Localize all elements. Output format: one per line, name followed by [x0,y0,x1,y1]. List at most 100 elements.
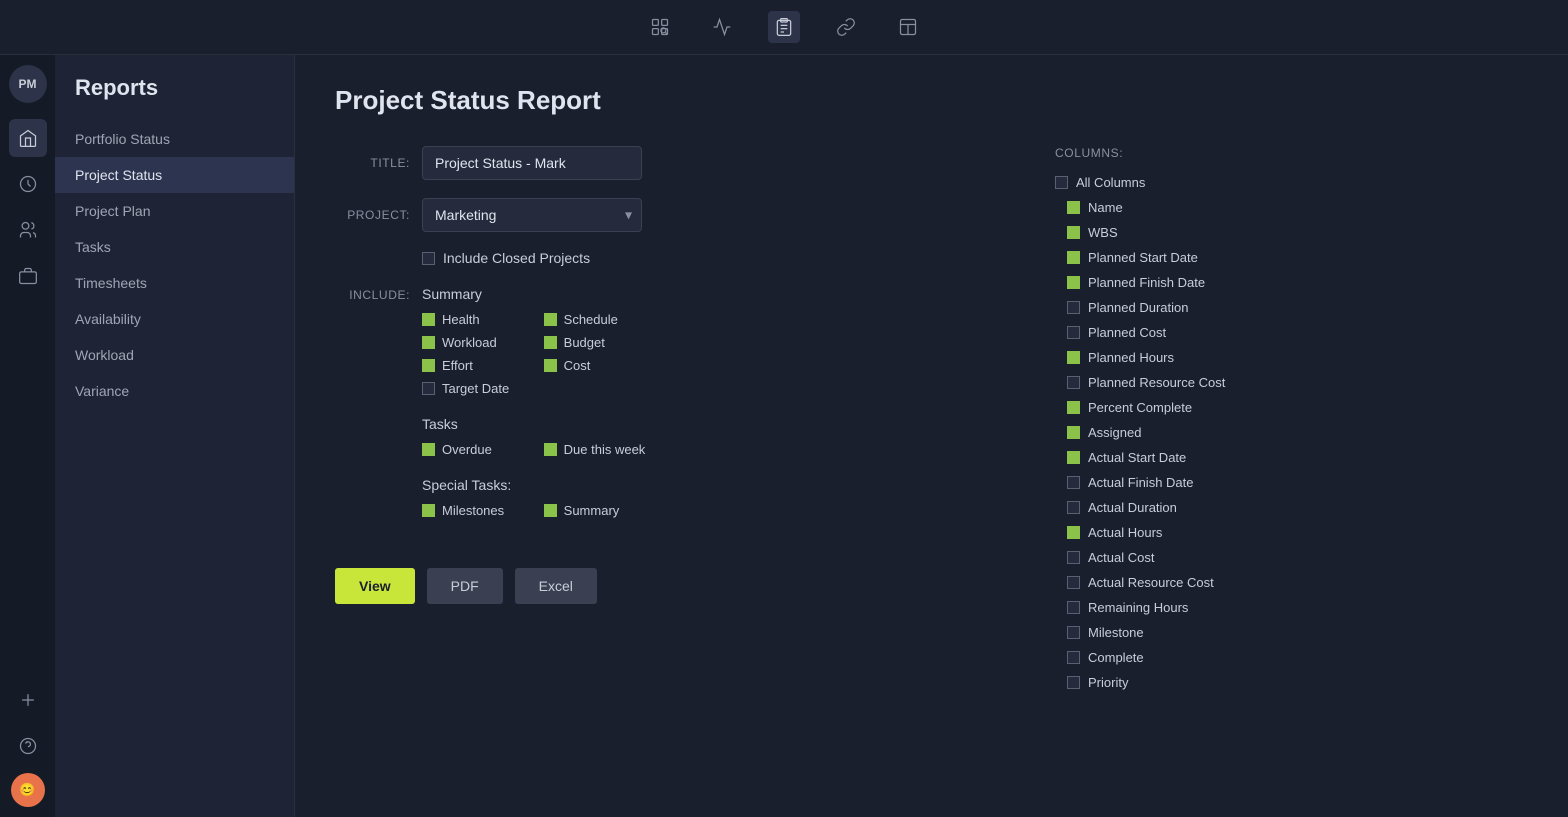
app-logo[interactable]: PM [9,65,47,103]
planned-cost-checkbox[interactable] [1067,326,1080,339]
col-actual-cost: Actual Cost [1055,545,1327,570]
cb-milestones: Milestones [422,503,524,518]
cb-budget: Budget [544,335,646,350]
left-nav: PM [0,55,55,817]
columns-list[interactable]: All Columns Name WBS Plann [1055,170,1335,730]
summary-checkboxes: Health Schedule Workload [422,312,645,396]
milestone-checkbox[interactable] [1067,626,1080,639]
actual-duration-checkbox[interactable] [1067,501,1080,514]
summary-special-checkbox[interactable] [544,504,557,517]
title-row: TITLE: [335,146,1015,180]
complete-checkbox[interactable] [1067,651,1080,664]
cb-due-this-week: Due this week [544,442,646,457]
name-checkbox[interactable] [1067,201,1080,214]
sidebar-item-portfolio-status[interactable]: Portfolio Status [55,121,294,157]
col-complete: Complete [1055,645,1327,670]
zoom-search-icon[interactable] [644,11,676,43]
nav-help[interactable] [9,727,47,765]
title-input[interactable] [422,146,642,180]
sidebar-item-project-status[interactable]: Project Status [55,157,294,193]
planned-start-checkbox[interactable] [1067,251,1080,264]
sidebar-item-tasks[interactable]: Tasks [55,229,294,265]
actual-hours-checkbox[interactable] [1067,526,1080,539]
due-this-week-checkbox[interactable] [544,443,557,456]
project-select-wrapper: Marketing Engineering Design ▾ [422,198,642,232]
target-date-checkbox[interactable] [422,382,435,395]
user-avatar[interactable]: 😊 [11,773,45,807]
include-closed-label: Include Closed Projects [443,250,590,266]
budget-checkbox[interactable] [544,336,557,349]
actual-finish-checkbox[interactable] [1067,476,1080,489]
sidebar-title: Reports [55,75,294,121]
clipboard-icon[interactable] [768,11,800,43]
priority-checkbox[interactable] [1067,676,1080,689]
col-planned-cost: Planned Cost [1055,320,1327,345]
pdf-button[interactable]: PDF [427,568,503,604]
cb-workload: Workload [422,335,524,350]
remaining-hours-checkbox[interactable] [1067,601,1080,614]
nav-home[interactable] [9,119,47,157]
col-planned-start: Planned Start Date [1055,245,1327,270]
wbs-checkbox[interactable] [1067,226,1080,239]
include-content: Summary Health Schedule [422,286,645,538]
sidebar-item-availability[interactable]: Availability [55,301,294,337]
col-all-columns: All Columns [1055,170,1327,195]
planned-resource-cost-checkbox[interactable] [1067,376,1080,389]
effort-checkbox[interactable] [422,359,435,372]
health-checkbox[interactable] [422,313,435,326]
include-closed-checkbox[interactable] [422,252,435,265]
planned-finish-checkbox[interactable] [1067,276,1080,289]
top-toolbar [0,0,1568,55]
milestones-checkbox[interactable] [422,504,435,517]
overdue-checkbox[interactable] [422,443,435,456]
col-actual-start: Actual Start Date [1055,445,1327,470]
planned-duration-checkbox[interactable] [1067,301,1080,314]
col-milestone: Milestone [1055,620,1327,645]
tasks-checkboxes: Overdue Due this week [422,442,645,457]
col-name: Name [1055,195,1327,220]
percent-complete-checkbox[interactable] [1067,401,1080,414]
nav-add[interactable] [9,681,47,719]
sidebar-item-workload[interactable]: Workload [55,337,294,373]
planned-hours-checkbox[interactable] [1067,351,1080,364]
special-tasks-heading: Special Tasks: [422,477,645,493]
sidebar-item-variance[interactable]: Variance [55,373,294,409]
col-planned-resource-cost: Planned Resource Cost [1055,370,1327,395]
col-assigned: Assigned [1055,420,1327,445]
actual-resource-cost-checkbox[interactable] [1067,576,1080,589]
col-percent-complete: Percent Complete [1055,395,1327,420]
col-actual-resource-cost: Actual Resource Cost [1055,570,1327,595]
tasks-heading: Tasks [422,416,645,432]
page-title: Project Status Report [335,85,1528,116]
col-actual-duration: Actual Duration [1055,495,1327,520]
form-left: TITLE: PROJECT: Marketing Engineering De… [335,146,1015,730]
layout-icon[interactable] [892,11,924,43]
actual-cost-checkbox[interactable] [1067,551,1080,564]
main-layout: PM [0,55,1568,817]
special-checkboxes: Milestones Summary [422,503,645,518]
activity-icon[interactable] [706,11,738,43]
col-planned-hours: Planned Hours [1055,345,1327,370]
all-columns-checkbox[interactable] [1055,176,1068,189]
cost-checkbox[interactable] [544,359,557,372]
col-priority: Priority [1055,670,1327,695]
nav-clock[interactable] [9,165,47,203]
schedule-checkbox[interactable] [544,313,557,326]
col-planned-finish: Planned Finish Date [1055,270,1327,295]
assigned-checkbox[interactable] [1067,426,1080,439]
cb-target-date: Target Date [422,381,524,396]
workload-checkbox[interactable] [422,336,435,349]
project-select[interactable]: Marketing Engineering Design [422,198,642,232]
excel-button[interactable]: Excel [515,568,597,604]
sidebar-item-project-plan[interactable]: Project Plan [55,193,294,229]
actual-start-checkbox[interactable] [1067,451,1080,464]
col-remaining-hours: Remaining Hours [1055,595,1327,620]
view-button[interactable]: View [335,568,415,604]
title-label: TITLE: [335,156,410,170]
link-icon[interactable] [830,11,862,43]
sidebar-item-timesheets[interactable]: Timesheets [55,265,294,301]
content-area: Project Status Report TITLE: PROJECT: Ma… [295,55,1568,817]
nav-users[interactable] [9,211,47,249]
nav-briefcase[interactable] [9,257,47,295]
columns-label: COLUMNS: [1055,146,1335,160]
